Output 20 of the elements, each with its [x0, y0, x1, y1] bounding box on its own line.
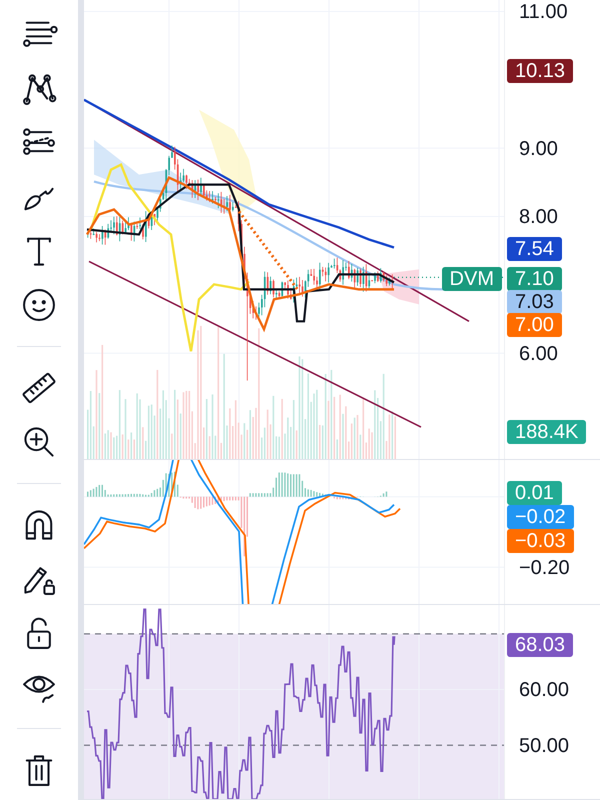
- price-tag: 10.13: [507, 59, 574, 84]
- axis-label: 50.00: [519, 734, 570, 758]
- price-tag: 7.54: [507, 236, 562, 260]
- price-tag: 7.03: [507, 290, 562, 314]
- axis-label: 11.00: [519, 0, 568, 24]
- cloud-area: [379, 269, 419, 304]
- axis-label: −0.20: [519, 556, 570, 580]
- volume-tag: 188.4K: [507, 420, 586, 444]
- price-tag: 7.10: [507, 266, 562, 291]
- axis-label: 8.00: [519, 205, 558, 229]
- axis-label: 9.00: [519, 136, 558, 160]
- price-tag: −0.02: [507, 505, 574, 530]
- price-tag: 68.03: [507, 633, 574, 658]
- price-tag: 7.00: [507, 312, 562, 337]
- price-tag: 0.01: [507, 481, 562, 506]
- smiley-icon[interactable]: [20, 286, 58, 324]
- symbol-label: DVM: [442, 266, 502, 291]
- axis-label: 60.00: [519, 678, 570, 702]
- axis-label: 6.00: [519, 342, 558, 366]
- price-tag: −0.03: [507, 529, 574, 554]
